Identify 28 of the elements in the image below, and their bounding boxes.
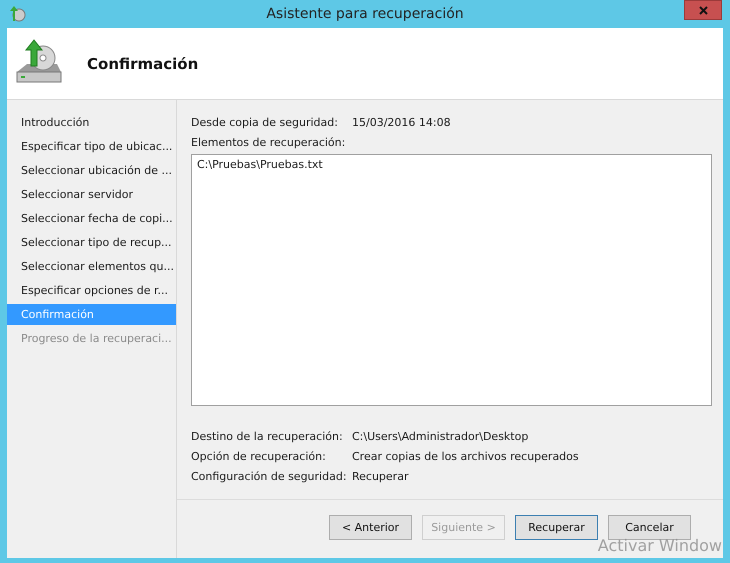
field-value: 15/03/2016 14:08 (352, 116, 451, 128)
step-item[interactable]: Seleccionar ubicación de ... (7, 160, 176, 181)
step-item[interactable]: Seleccionar fecha de copi... (7, 208, 176, 229)
field-value: C:\Users\Administrador\Desktop (352, 430, 528, 442)
window-title: Asistente para recuperación (266, 6, 464, 22)
activation-notice: Activar Window (598, 537, 722, 555)
step-item[interactable]: Seleccionar elementos qu... (7, 256, 176, 277)
field-value: Crear copias de los archivos recuperados (352, 450, 579, 462)
step-item[interactable]: Introducción (7, 112, 176, 133)
field-label: Configuración de seguridad: (191, 470, 348, 482)
step-item[interactable]: Seleccionar tipo de recup... (7, 232, 176, 253)
wizard-button[interactable]: Recuperar (515, 514, 598, 540)
field-label: Opción de recuperación: (191, 450, 327, 462)
field-value: Recuperar (352, 470, 408, 482)
close-button[interactable] (684, 0, 722, 20)
items-list[interactable]: C:\Pruebas\Pruebas.txt (191, 154, 712, 406)
list-entry: C:\Pruebas\Pruebas.txt (197, 158, 324, 171)
app-icon (8, 5, 26, 23)
page-title: Confirmación (87, 54, 198, 72)
step-item[interactable]: Seleccionar servidor (7, 184, 176, 205)
field-label: Desde copia de seguridad: (191, 116, 339, 128)
field-label: Destino de la recuperación: (191, 430, 344, 442)
close-icon (698, 6, 708, 14)
wizard-button[interactable]: < Anterior (329, 514, 412, 540)
step-item[interactable]: Especificar tipo de ubicac... (7, 136, 176, 157)
wizard-button[interactable]: Cancelar (608, 514, 691, 540)
step-item[interactable]: Especificar opciones de r... (7, 280, 176, 301)
field-label: Elementos de recuperación: (191, 134, 346, 150)
